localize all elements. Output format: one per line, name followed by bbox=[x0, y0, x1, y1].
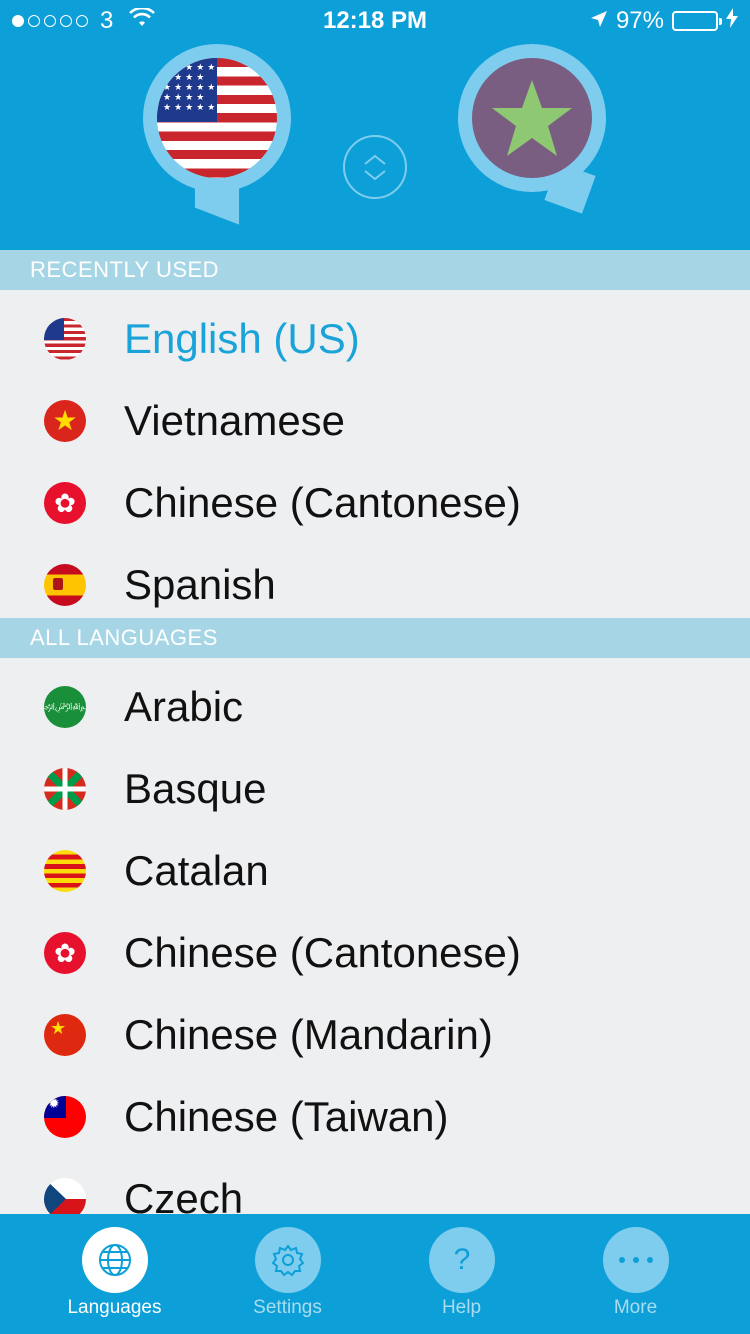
language-row-chinese-taiwan[interactable]: Chinese (Taiwan) bbox=[0, 1075, 750, 1157]
tab-more[interactable]: More bbox=[548, 1214, 723, 1334]
spain-flag-icon bbox=[44, 564, 86, 606]
language-name: English (US) bbox=[124, 315, 360, 362]
status-bar: 3 12:18 PM 97% bbox=[0, 0, 750, 40]
tab-bar: Languages Settings ? Help More bbox=[0, 1214, 750, 1334]
language-selector-header: ★★★★★ ★★★★ ★★★★★ ★★★★ ★★★★★ bbox=[0, 40, 750, 250]
catalan-flag-icon bbox=[44, 850, 86, 892]
language-row-chinese-cantonese[interactable]: ✿ Chinese (Cantonese) bbox=[0, 911, 750, 993]
hong-kong-flag-icon: ✿ bbox=[44, 482, 86, 524]
tab-label: Settings bbox=[253, 1297, 322, 1318]
language-name: Chinese (Taiwan) bbox=[124, 1093, 449, 1140]
language-name: Catalan bbox=[124, 847, 269, 894]
question-icon: ? bbox=[429, 1227, 495, 1293]
tab-languages[interactable]: Languages bbox=[27, 1214, 202, 1334]
language-row-catalan[interactable]: Catalan bbox=[0, 829, 750, 911]
saudi-flag-icon: ﷽ bbox=[44, 686, 86, 728]
basque-flag-icon bbox=[44, 768, 86, 810]
gear-icon bbox=[255, 1227, 321, 1293]
language-name: Arabic bbox=[124, 683, 244, 730]
status-right: 97% bbox=[590, 7, 738, 35]
to-language-button[interactable] bbox=[458, 44, 606, 214]
language-row-chinese-cantonese[interactable]: ✿ Chinese (Cantonese) bbox=[0, 461, 750, 543]
swap-vertical-icon bbox=[364, 154, 386, 181]
us-flag-icon: ★★★★★ ★★★★ ★★★★★ ★★★★ ★★★★★ bbox=[157, 58, 277, 178]
location-arrow-icon bbox=[590, 7, 608, 35]
us-flag-icon bbox=[44, 318, 86, 360]
from-language-button[interactable]: ★★★★★ ★★★★ ★★★★★ ★★★★ ★★★★★ bbox=[143, 44, 291, 225]
language-row-arabic[interactable]: ﷽ Arabic bbox=[0, 665, 750, 747]
language-name: Chinese (Mandarin) bbox=[124, 1011, 493, 1058]
language-row-english-us[interactable]: English (US) bbox=[0, 297, 750, 379]
charging-bolt-icon bbox=[726, 7, 738, 35]
vietnam-flag-icon: ★ bbox=[44, 400, 86, 442]
tab-help[interactable]: ? Help bbox=[374, 1214, 549, 1334]
language-name: Spanish bbox=[124, 561, 276, 608]
star-placeholder-icon bbox=[472, 58, 592, 178]
tab-settings[interactable]: Settings bbox=[200, 1214, 375, 1334]
language-row-chinese-mandarin[interactable]: ★ Chinese (Mandarin) bbox=[0, 993, 750, 1075]
language-name: Basque bbox=[124, 765, 267, 812]
language-row-vietnamese[interactable]: ★ Vietnamese bbox=[0, 379, 750, 461]
swap-languages-button[interactable] bbox=[343, 135, 407, 199]
taiwan-flag-icon bbox=[44, 1096, 86, 1138]
recently-used-header: RECENTLY USED bbox=[0, 250, 750, 290]
china-flag-icon: ★ bbox=[44, 1014, 86, 1056]
language-name: Chinese (Cantonese) bbox=[124, 929, 521, 976]
bubble-tail bbox=[194, 171, 240, 225]
language-name: Vietnamese bbox=[124, 397, 346, 444]
ellipsis-icon bbox=[603, 1227, 669, 1293]
language-row-basque[interactable]: Basque bbox=[0, 747, 750, 829]
tab-label: Languages bbox=[67, 1297, 162, 1318]
language-name: Chinese (Cantonese) bbox=[124, 479, 521, 526]
globe-icon bbox=[82, 1227, 148, 1293]
language-row-spanish[interactable]: Spanish bbox=[0, 543, 750, 625]
battery-percent: 97% bbox=[615, 7, 664, 34]
all-languages-header: ALL LANGUAGES bbox=[0, 618, 750, 658]
tab-label: More bbox=[613, 1297, 658, 1318]
tab-label: Help bbox=[441, 1297, 482, 1318]
hong-kong-flag-icon: ✿ bbox=[44, 932, 86, 974]
battery-icon bbox=[672, 11, 722, 31]
